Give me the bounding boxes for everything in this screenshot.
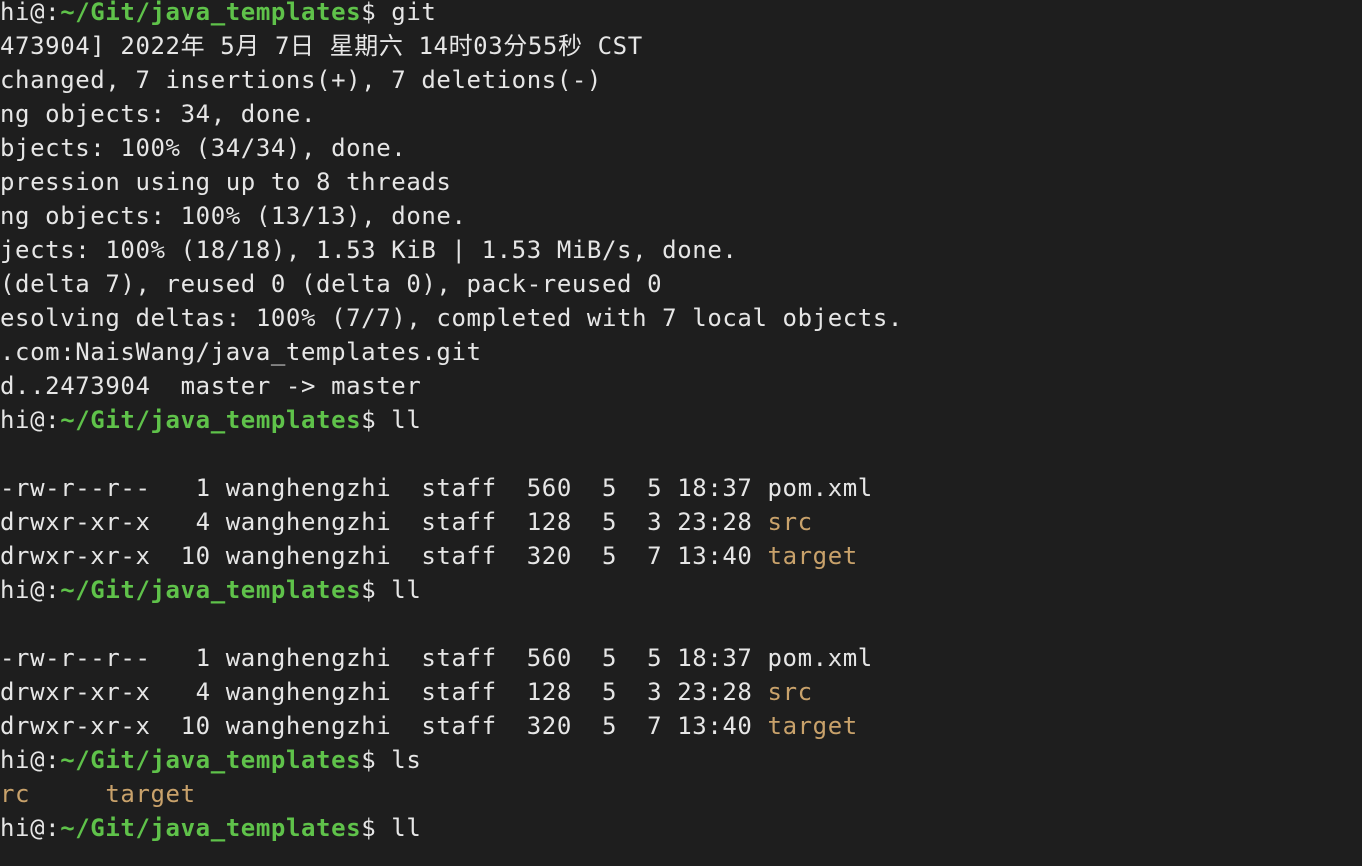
- terminal-line: hi@:~/Git/java_templates$ ll: [0, 573, 1362, 607]
- terminal-text: $ ll: [361, 814, 422, 842]
- terminal-text: (delta 7), reused 0 (delta 0), pack-reus…: [0, 270, 663, 298]
- terminal-line: drwxr-xr-x 4 wanghengzhi staff 128 5 3 2…: [0, 505, 1362, 539]
- terminal-text: esolving deltas: 100% (7/7), completed w…: [0, 304, 903, 332]
- terminal-line: -rw-r--r-- 1 wanghengzhi staff 560 5 5 1…: [0, 471, 1362, 505]
- terminal-text: jects: 100% (18/18), 1.53 KiB | 1.53 MiB…: [0, 236, 738, 264]
- terminal-text: $ ll: [361, 576, 422, 604]
- terminal-text: hi@:: [0, 406, 61, 434]
- terminal-line: drwxr-xr-x 10 wanghengzhi staff 320 5 7 …: [0, 539, 1362, 573]
- terminal-window[interactable]: hi@:~/Git/java_templates$ git 473904] 202…: [0, 0, 1362, 866]
- terminal-line: hi@:~/Git/java_templates$ ll: [0, 811, 1362, 845]
- prompt-path: ~/Git/java_templates: [60, 406, 362, 434]
- terminal-text: bjects: 100% (34/34), done.: [0, 134, 407, 162]
- directory-name: target: [767, 542, 858, 570]
- directory-name: rc: [0, 780, 31, 808]
- terminal-text: $ ls: [361, 746, 422, 774]
- prompt-path: ~/Git/java_templates: [60, 576, 362, 604]
- directory-name: target: [105, 780, 196, 808]
- terminal-line: 473904] 2022年 5月 7日 星期六 14时03分55秒 CST: [0, 29, 1362, 63]
- terminal-text: drwxr-xr-x 10 wanghengzhi staff 320 5 7 …: [0, 712, 768, 740]
- terminal-line: esolving deltas: 100% (7/7), completed w…: [0, 301, 1362, 335]
- terminal-line: (delta 7), reused 0 (delta 0), pack-reus…: [0, 267, 1362, 301]
- terminal-line: drwxr-xr-x 10 wanghengzhi staff 320 5 7 …: [0, 709, 1362, 743]
- terminal-line: pression using up to 8 threads: [0, 165, 1362, 199]
- terminal-text: drwxr-xr-x 4 wanghengzhi staff 128 5 3 2…: [0, 508, 768, 536]
- terminal-line: drwxr-xr-x 4 wanghengzhi staff 128 5 3 2…: [0, 675, 1362, 709]
- terminal-text: -rw-r--r-- 1 wanghengzhi staff 560 5 5 1…: [0, 644, 873, 672]
- terminal-line: d..2473904 master -> master: [0, 369, 1362, 403]
- terminal-line: hi@:~/Git/java_templates$ git: [0, 0, 1362, 29]
- terminal-text: ng objects: 100% (13/13), done.: [0, 202, 467, 230]
- directory-name: src: [767, 678, 813, 706]
- terminal-line: -rw-r--r-- 1 wanghengzhi staff 560 5 5 1…: [0, 641, 1362, 675]
- terminal-line: rc target: [0, 777, 1362, 811]
- terminal-text: hi@:: [0, 746, 61, 774]
- prompt-path: ~/Git/java_templates: [60, 0, 362, 26]
- terminal-text: drwxr-xr-x 4 wanghengzhi staff 128 5 3 2…: [0, 678, 768, 706]
- terminal-text: 473904] 2022年 5月 7日 星期六 14时03分55秒 CST: [0, 32, 643, 60]
- terminal-text: ng objects: 34, done.: [0, 100, 317, 128]
- prompt-path: ~/Git/java_templates: [60, 814, 362, 842]
- directory-name: target: [767, 712, 858, 740]
- terminal-line: hi@:~/Git/java_templates$ ls: [0, 743, 1362, 777]
- terminal-text: hi@:: [0, 576, 61, 604]
- directory-name: src: [767, 508, 813, 536]
- terminal-line: changed, 7 insertions(+), 7 deletions(-): [0, 63, 1362, 97]
- terminal-text: changed, 7 insertions(+), 7 deletions(-): [0, 66, 602, 94]
- terminal-text: hi@:: [0, 0, 61, 26]
- terminal-line: ng objects: 34, done.: [0, 97, 1362, 131]
- terminal-text: drwxr-xr-x 10 wanghengzhi staff 320 5 7 …: [0, 542, 768, 570]
- terminal-line: hi@:~/Git/java_templates$ ll: [0, 403, 1362, 437]
- terminal-line: .com:NaisWang/java_templates.git: [0, 335, 1362, 369]
- terminal-text: -rw-r--r-- 1 wanghengzhi staff 560 5 5 1…: [0, 474, 873, 502]
- terminal-text: $ ll: [361, 406, 422, 434]
- terminal-text: $ git: [361, 0, 437, 26]
- terminal-line: jects: 100% (18/18), 1.53 KiB | 1.53 MiB…: [0, 233, 1362, 267]
- terminal-line: ng objects: 100% (13/13), done.: [0, 199, 1362, 233]
- terminal-line: bjects: 100% (34/34), done.: [0, 131, 1362, 165]
- terminal-text: .com:NaisWang/java_templates.git: [0, 338, 482, 366]
- terminal-text: pression using up to 8 threads: [0, 168, 452, 196]
- terminal-text: d..2473904 master -> master: [0, 372, 422, 400]
- prompt-path: ~/Git/java_templates: [60, 746, 362, 774]
- terminal-text: hi@:: [0, 814, 61, 842]
